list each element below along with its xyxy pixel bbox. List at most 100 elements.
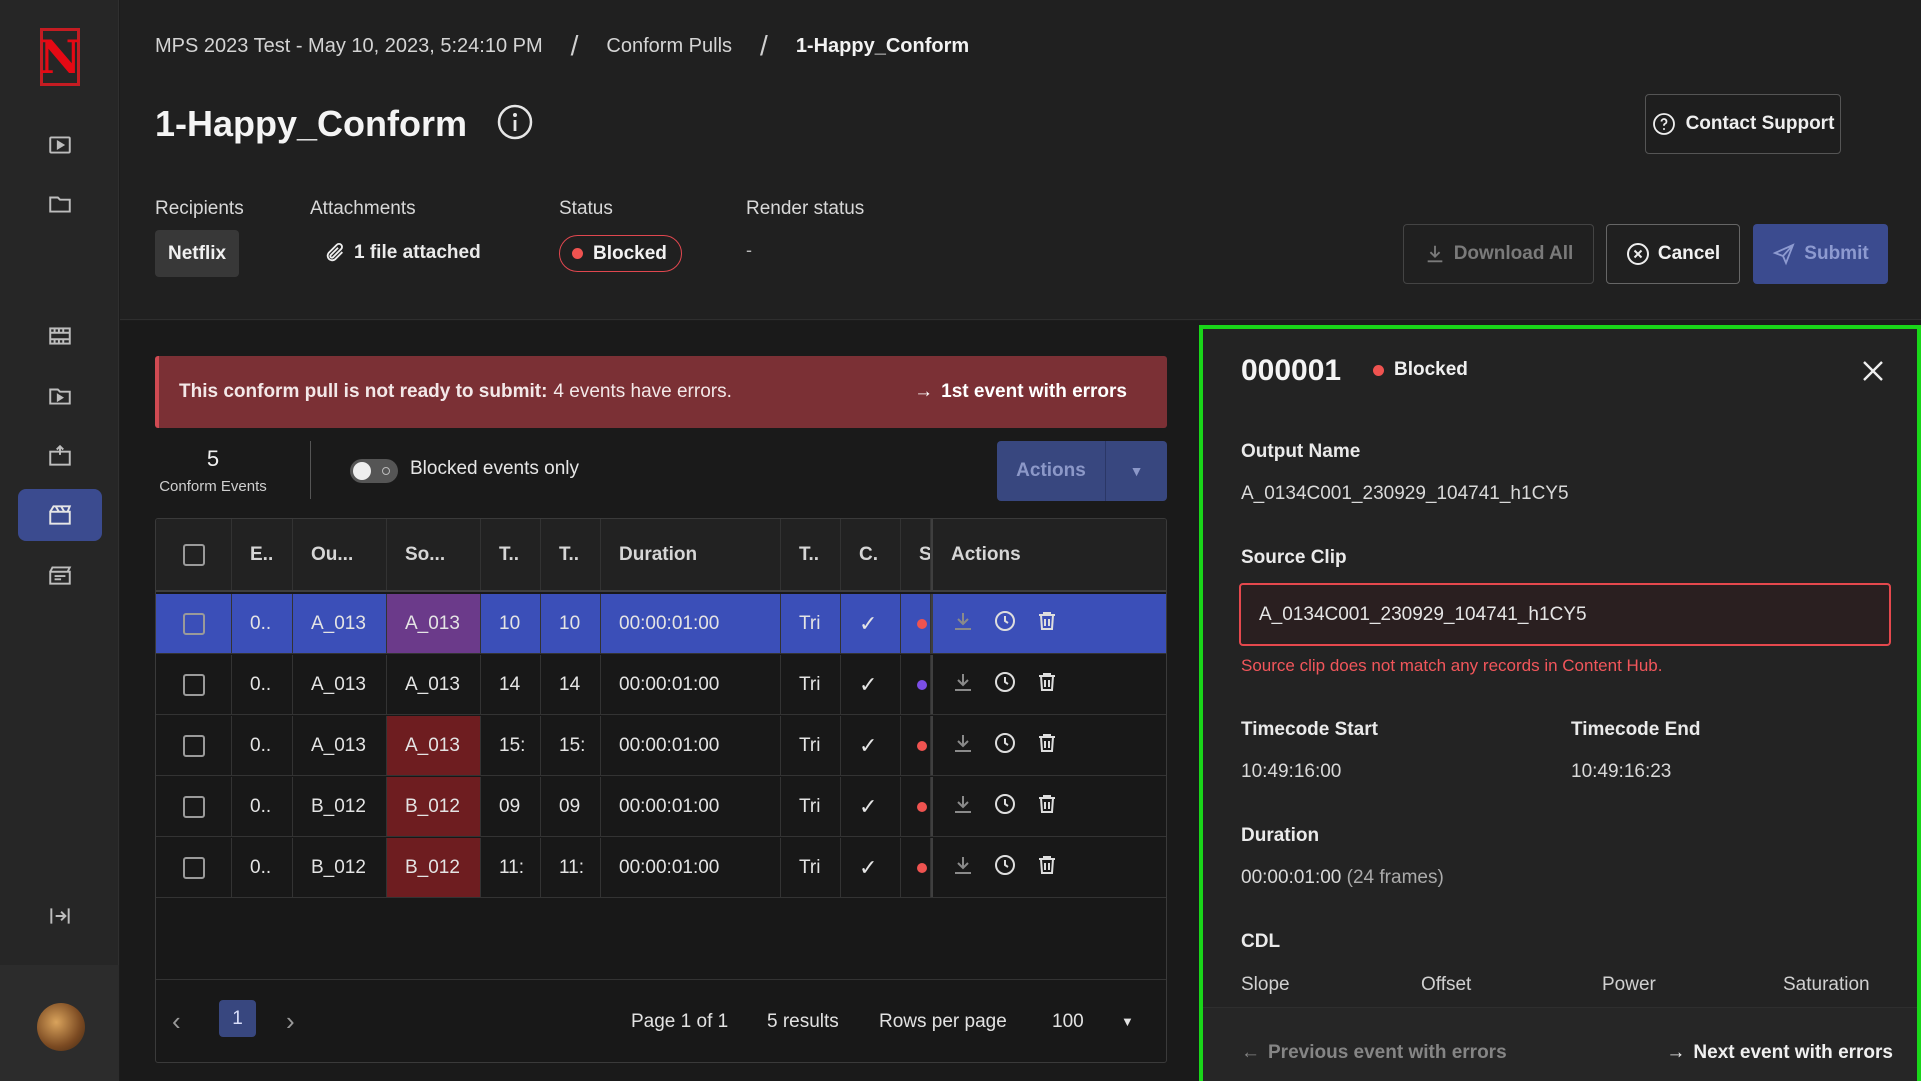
status-value: Blocked <box>593 242 667 264</box>
previous-error-link[interactable]: ← Previous event with errors <box>1241 1042 1507 1064</box>
status-dot <box>572 248 583 259</box>
select-all-checkbox[interactable] <box>182 543 205 566</box>
col-source[interactable]: So... <box>387 519 481 590</box>
actions-dropdown[interactable]: Actions ▼ <box>997 441 1167 501</box>
event-count: 5 Conform Events <box>155 446 271 495</box>
row-checkbox[interactable] <box>182 612 205 635</box>
col-status[interactable]: S <box>901 519 931 590</box>
row-select <box>156 777 232 836</box>
row-checkbox[interactable] <box>182 856 205 879</box>
col-tc-start[interactable]: T.. <box>481 519 541 590</box>
col-event[interactable]: E.. <box>232 519 293 590</box>
download-all-label: Download All <box>1453 243 1574 264</box>
download-icon[interactable] <box>951 731 975 761</box>
close-icon[interactable] <box>1859 357 1887 385</box>
duration-timecode: 00:00:01:00 <box>1241 867 1342 888</box>
blocked-only-toggle[interactable] <box>350 459 398 483</box>
breadcrumb-project[interactable]: MPS 2023 Test - May 10, 2023, 5:24:10 PM <box>155 35 543 58</box>
row-select <box>156 716 232 775</box>
row-status <box>901 716 931 775</box>
clapper-list-icon[interactable] <box>18 549 102 601</box>
download-all-button[interactable]: Download All <box>1403 224 1594 284</box>
col-tc-end[interactable]: T.. <box>541 519 601 590</box>
history-icon[interactable] <box>993 853 1017 883</box>
cdl-slope: Slope <box>1241 974 1290 995</box>
col-duration[interactable]: Duration <box>601 519 781 590</box>
row-tc-start: 15: <box>481 716 541 775</box>
clapperboard-icon[interactable] <box>18 489 102 541</box>
row-event: 0.. <box>232 777 293 836</box>
tc-start-label: Timecode Start <box>1241 719 1378 740</box>
trash-icon[interactable] <box>1035 853 1059 883</box>
col-output[interactable]: Ou... <box>293 519 387 590</box>
next-error-link[interactable]: → Next event with errors <box>1666 1042 1893 1064</box>
download-icon[interactable] <box>951 792 975 822</box>
download-icon[interactable] <box>951 670 975 700</box>
row-checkbox[interactable] <box>182 795 205 818</box>
submit-button[interactable]: Submit <box>1753 224 1888 284</box>
prev-page-icon[interactable]: ‹ <box>172 1006 181 1037</box>
media-upload-icon[interactable] <box>18 430 102 482</box>
row-type: Tri <box>781 655 841 714</box>
folder-icon[interactable] <box>18 178 102 230</box>
row-checkbox[interactable] <box>182 673 205 696</box>
netflix-logo[interactable]: N <box>39 28 81 86</box>
error-alert: This conform pull is not ready to submit… <box>155 356 1167 428</box>
events-table: E.. Ou... So... T.. T.. Duration T.. C. … <box>155 518 1167 1063</box>
trash-icon[interactable] <box>1035 731 1059 761</box>
col-check[interactable]: C. <box>841 519 901 590</box>
row-duration: 00:00:01:00 <box>601 777 781 836</box>
trash-icon[interactable] <box>1035 792 1059 822</box>
attachments-value: 1 file attached <box>354 242 481 263</box>
collapse-sidebar-icon[interactable] <box>18 890 102 942</box>
toggle-knob <box>353 462 371 480</box>
row-check: ✓ <box>841 777 901 836</box>
event-id: 000001 <box>1241 354 1342 387</box>
caret-down-icon[interactable]: ▼ <box>1106 441 1167 501</box>
history-icon[interactable] <box>993 731 1017 761</box>
trash-icon[interactable] <box>1035 670 1059 700</box>
info-icon[interactable] <box>497 104 533 140</box>
history-icon[interactable] <box>993 670 1017 700</box>
avatar[interactable] <box>37 1003 85 1051</box>
status-dot <box>917 679 927 690</box>
table-row[interactable]: 0.. A_013 A_013 15: 15: 00:00:01:00 Tri ✓ <box>156 716 1166 776</box>
cdl-saturation: Saturation <box>1783 974 1870 995</box>
film-strip-icon[interactable] <box>18 310 102 362</box>
table-row[interactable]: 0.. A_013 A_013 14 14 00:00:01:00 Tri ✓ <box>156 655 1166 715</box>
table-row[interactable]: 0.. B_012 B_012 09 09 00:00:01:00 Tri ✓ <box>156 777 1166 837</box>
row-actions <box>931 838 1166 897</box>
folder-play-icon[interactable] <box>18 370 102 422</box>
tc-end-label: Timecode End <box>1571 719 1701 740</box>
output-name-value: A_0134C001_230929_104741_h1CY5 <box>1241 483 1569 504</box>
history-icon[interactable] <box>993 792 1017 822</box>
source-clip-input[interactable]: A_0134C001_230929_104741_h1CY5 <box>1239 583 1891 646</box>
breadcrumb-conform-pulls[interactable]: Conform Pulls <box>606 35 732 58</box>
contact-support-button[interactable]: Contact Support <box>1645 94 1841 154</box>
cancel-button[interactable]: Cancel <box>1606 224 1740 284</box>
page-number-button[interactable]: 1 <box>219 1000 256 1037</box>
download-icon[interactable] <box>951 609 975 639</box>
rows-per-page-select[interactable]: 100 <box>1052 1011 1084 1033</box>
trash-icon[interactable] <box>1035 609 1059 639</box>
actions-label[interactable]: Actions <box>997 441 1106 501</box>
attachments-label: Attachments <box>310 198 416 219</box>
table-row[interactable]: 0.. B_012 B_012 11: 11: 00:00:01:00 Tri ✓ <box>156 838 1166 898</box>
history-icon[interactable] <box>993 609 1017 639</box>
caret-down-icon[interactable]: ▼ <box>1121 1014 1134 1029</box>
submit-label: Submit <box>1804 243 1869 264</box>
row-select <box>156 838 232 897</box>
col-type[interactable]: T.. <box>781 519 841 590</box>
source-clip-error: Source clip does not match any records i… <box>1241 656 1663 675</box>
event-count-number: 5 <box>206 446 220 471</box>
row-checkbox[interactable] <box>182 734 205 757</box>
main-content: This conform pull is not ready to submit… <box>120 321 1200 1081</box>
next-page-icon[interactable]: › <box>286 1006 295 1037</box>
status-dot <box>917 740 927 751</box>
download-icon[interactable] <box>951 853 975 883</box>
first-error-link[interactable]: → 1st event with errors <box>914 381 1127 403</box>
row-tc-start: 09 <box>481 777 541 836</box>
play-box-icon[interactable] <box>18 119 102 171</box>
attachments-link[interactable]: 1 file attached <box>324 242 481 264</box>
table-row[interactable]: 0.. A_013 A_013 10 10 00:00:01:00 Tri ✓ <box>156 594 1166 654</box>
